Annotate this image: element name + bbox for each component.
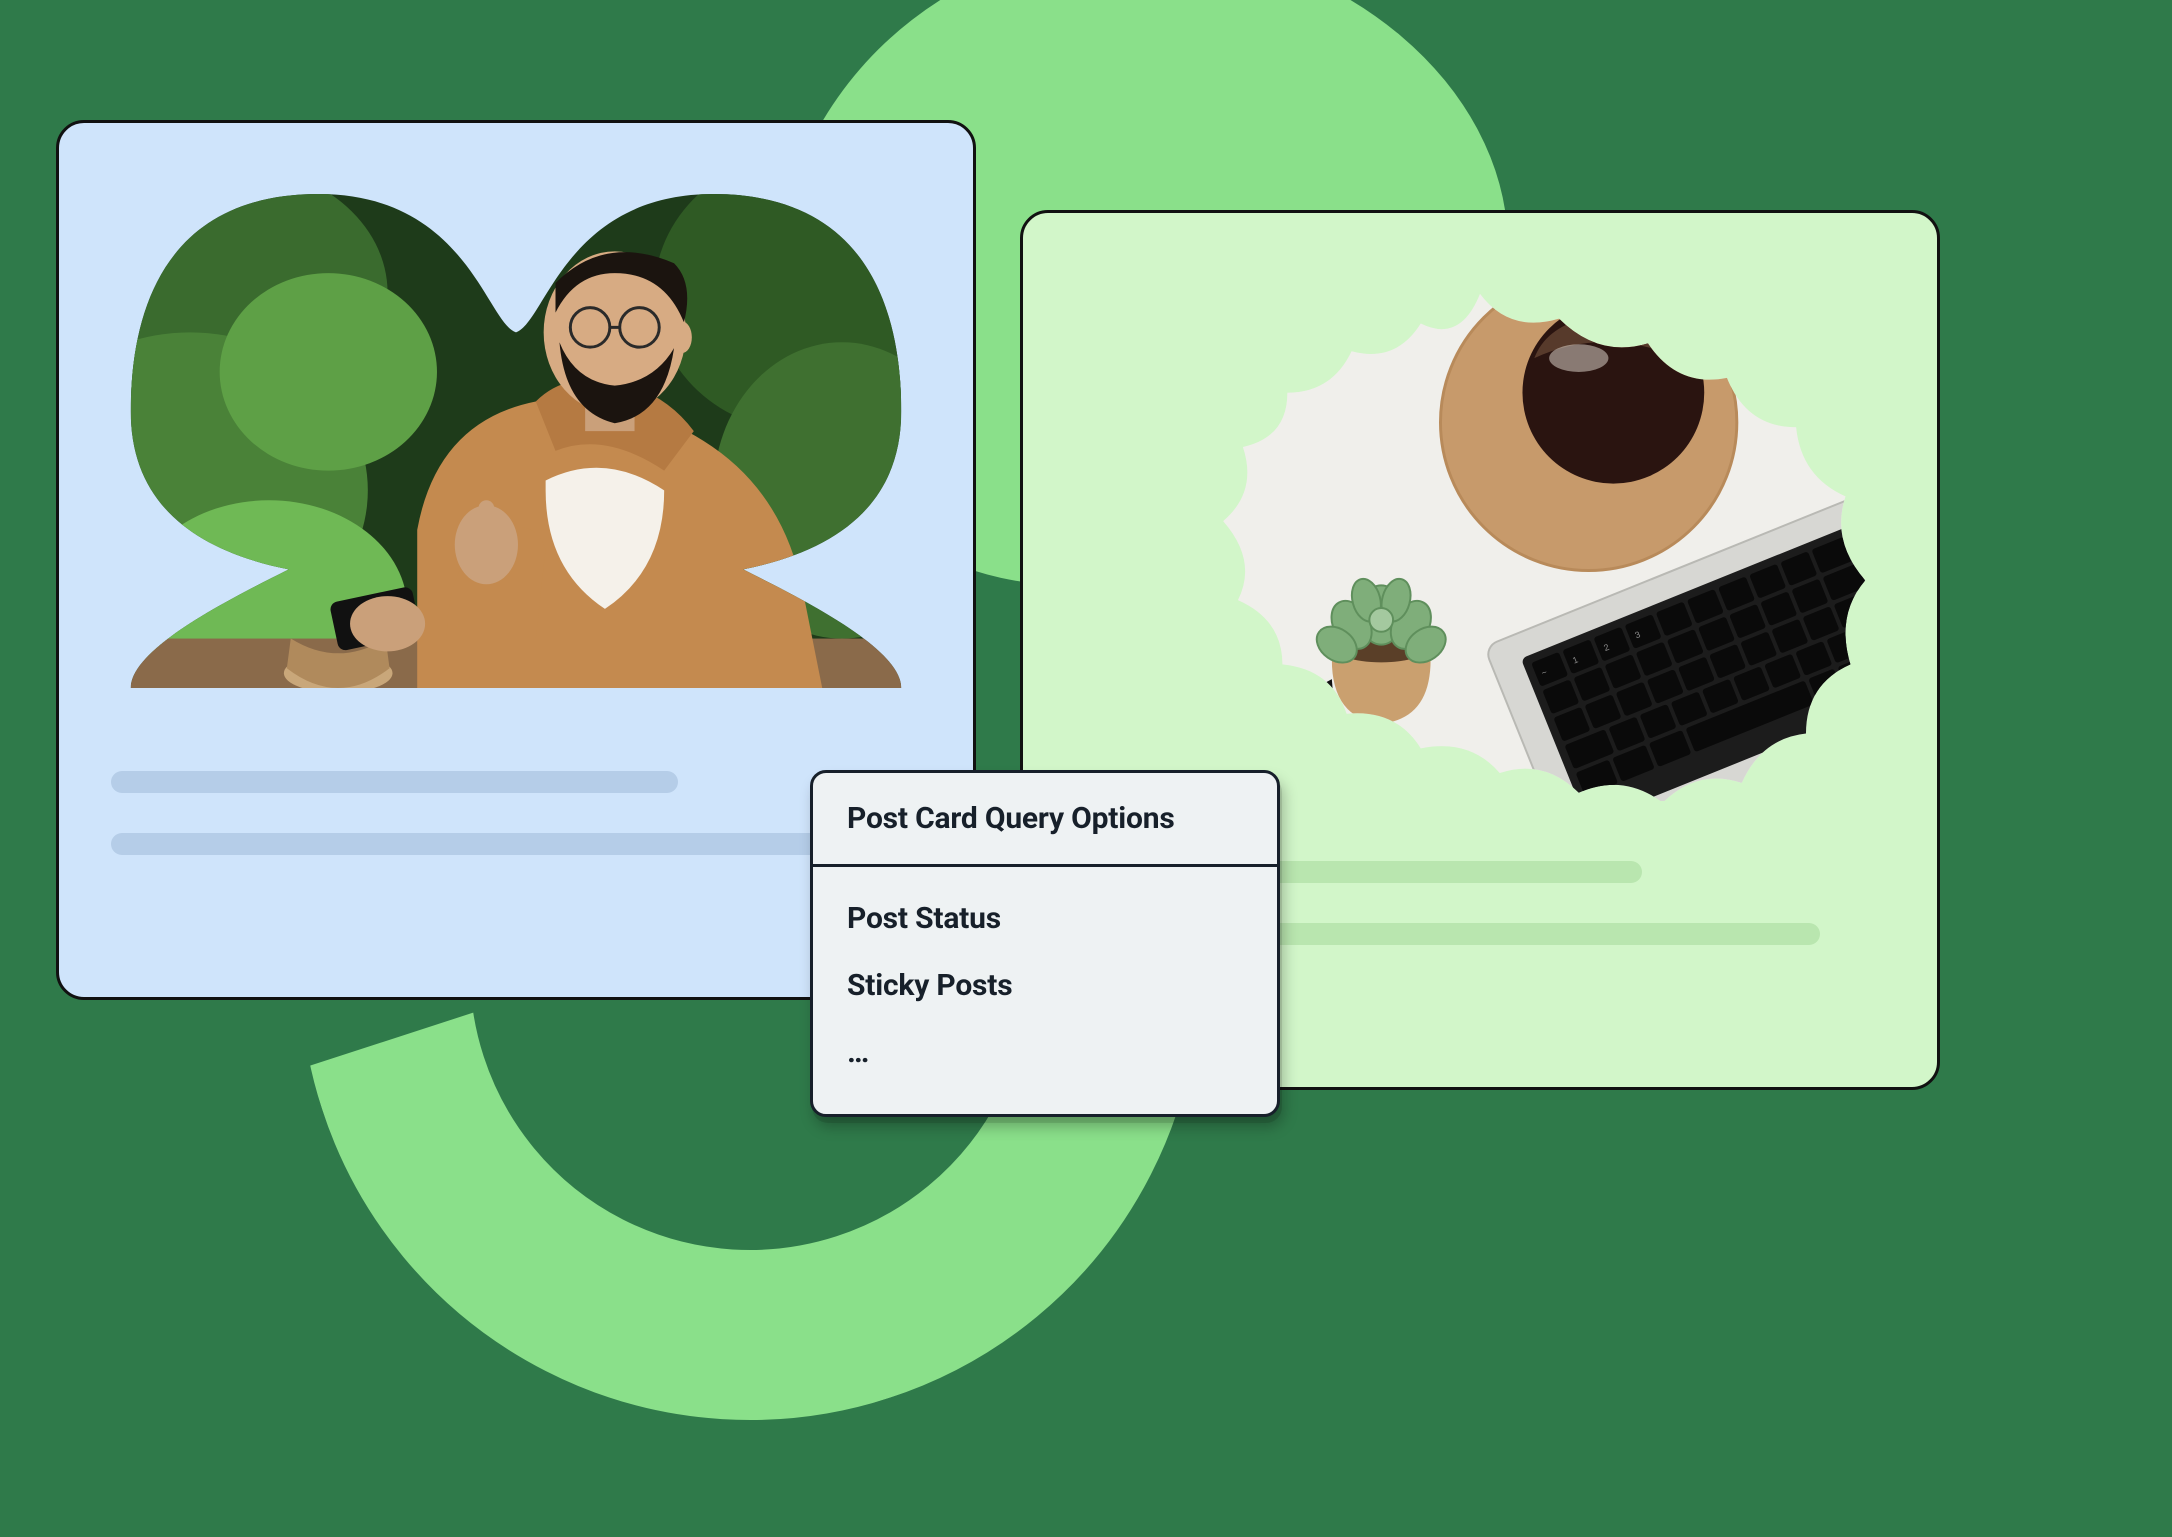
stage: ~123 Post Card Query Options Post Status… bbox=[0, 0, 2172, 1416]
placeholder-line bbox=[111, 771, 678, 793]
popover-item-post-status[interactable]: Post Status bbox=[847, 885, 1243, 952]
popover-item-more[interactable]: … bbox=[847, 1019, 1243, 1086]
popover-item-sticky-posts[interactable]: Sticky Posts bbox=[847, 952, 1243, 1019]
query-options-popover: Post Card Query Options Post Status Stic… bbox=[810, 770, 1280, 1117]
person-illustration bbox=[111, 171, 921, 711]
post-card-image bbox=[111, 171, 921, 711]
popover-title: Post Card Query Options bbox=[813, 773, 1277, 867]
popover-body: Post Status Sticky Posts … bbox=[813, 867, 1277, 1114]
post-card-text-placeholder bbox=[111, 771, 921, 855]
post-card-image: ~123 bbox=[1075, 261, 1885, 801]
placeholder-line bbox=[111, 833, 856, 855]
desk-illustration: ~123 bbox=[1075, 261, 1885, 801]
